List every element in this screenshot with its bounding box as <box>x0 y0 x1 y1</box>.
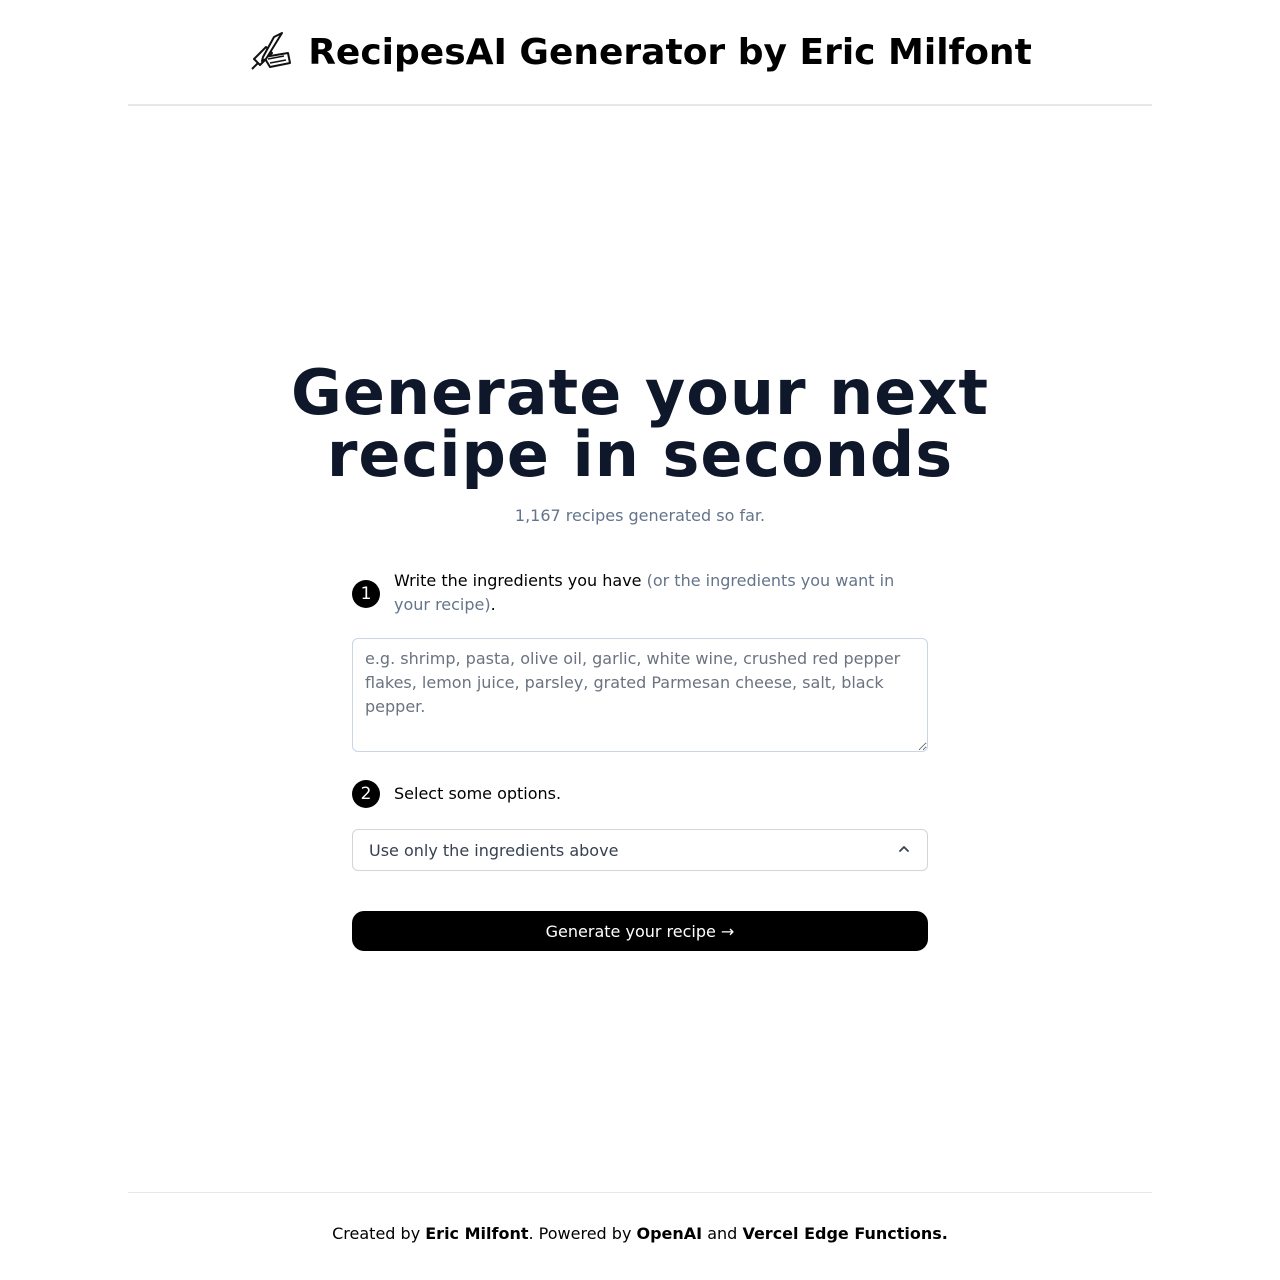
site-header: RecipesAI Generator by Eric Milfont <box>128 0 1152 106</box>
hero-line-2: recipe in seconds <box>326 418 954 491</box>
step-2-badge: 2 <box>352 780 380 808</box>
footer-and: and <box>707 1224 738 1243</box>
step-1-badge: 1 <box>352 580 380 608</box>
options-select[interactable]: Use only the ingredients above <box>352 829 928 871</box>
generate-recipe-button[interactable]: Generate your recipe → <box>352 911 928 951</box>
step-2-label: Select some options. <box>394 784 562 803</box>
writing-hand-icon <box>248 29 294 75</box>
chevron-up-icon <box>897 841 911 860</box>
hero-heading: Generate your next recipe in seconds <box>0 362 1280 486</box>
recipes-counter: 1,167 recipes generated so far. <box>514 506 766 525</box>
step-2: 2 Select some options. <box>352 780 928 808</box>
footer-divider <box>128 1192 1152 1193</box>
site-title: RecipesAI Generator by Eric Milfont <box>308 31 1032 73</box>
step-1-text: Write the ingredients you have (or the i… <box>394 569 928 617</box>
step-1-suffix: . <box>490 595 496 614</box>
footer-author-link[interactable]: Eric Milfont <box>425 1224 528 1243</box>
footer-openai-link[interactable]: OpenAI <box>637 1224 703 1243</box>
footer-created-by: Created by <box>332 1224 421 1243</box>
footer-vercel-link[interactable]: Vercel Edge Functions. <box>742 1224 947 1243</box>
brand[interactable]: RecipesAI Generator by Eric Milfont <box>248 29 1032 75</box>
footer-powered-by: . Powered by <box>528 1224 632 1243</box>
step-1-label: Write the ingredients you have <box>394 571 642 590</box>
options-select-value: Use only the ingredients above <box>369 840 619 860</box>
site-footer: Created by Eric Milfont. Powered by Open… <box>0 1224 1280 1243</box>
hero-line-1: Generate your next <box>291 356 989 429</box>
step-1: 1 Write the ingredients you have (or the… <box>352 569 928 617</box>
ingredients-textarea[interactable] <box>352 638 928 752</box>
